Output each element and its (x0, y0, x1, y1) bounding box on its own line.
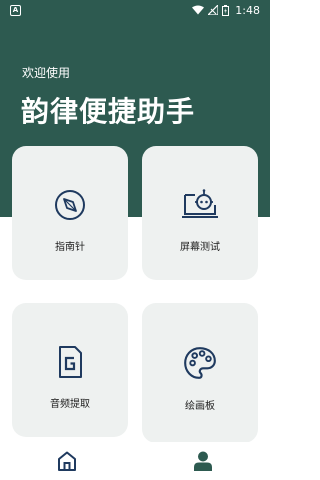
notification-icon: A (10, 4, 21, 16)
compass-card[interactable]: 指南针 (12, 146, 128, 280)
drawing-board-card[interactable]: 绘画板 (142, 303, 258, 443)
audio-extract-card[interactable]: 音频提取 (12, 303, 128, 437)
card-label: 屏幕测试 (180, 242, 220, 253)
card-label: 绘画板 (185, 401, 215, 412)
screen-test-card[interactable]: 屏幕测试 (142, 146, 258, 280)
card-label: 指南针 (55, 242, 85, 253)
status-time: 1:48 (235, 3, 260, 17)
home-icon[interactable] (56, 450, 78, 472)
bottom-navigation (0, 442, 270, 480)
signal-icon (208, 5, 219, 15)
g-document-icon (59, 346, 82, 378)
battery-icon (222, 4, 230, 16)
app-title: 韵律便捷助手 (21, 95, 196, 128)
welcome-text: 欢迎使用 (22, 66, 71, 80)
palette-icon (184, 347, 216, 379)
card-label: 音频提取 (50, 399, 90, 410)
compass-icon (55, 190, 85, 220)
profile-icon[interactable] (192, 450, 214, 472)
status-bar: A 1:48 (0, 0, 270, 20)
wifi-icon (192, 5, 205, 15)
robot-laptop-icon (182, 189, 218, 218)
